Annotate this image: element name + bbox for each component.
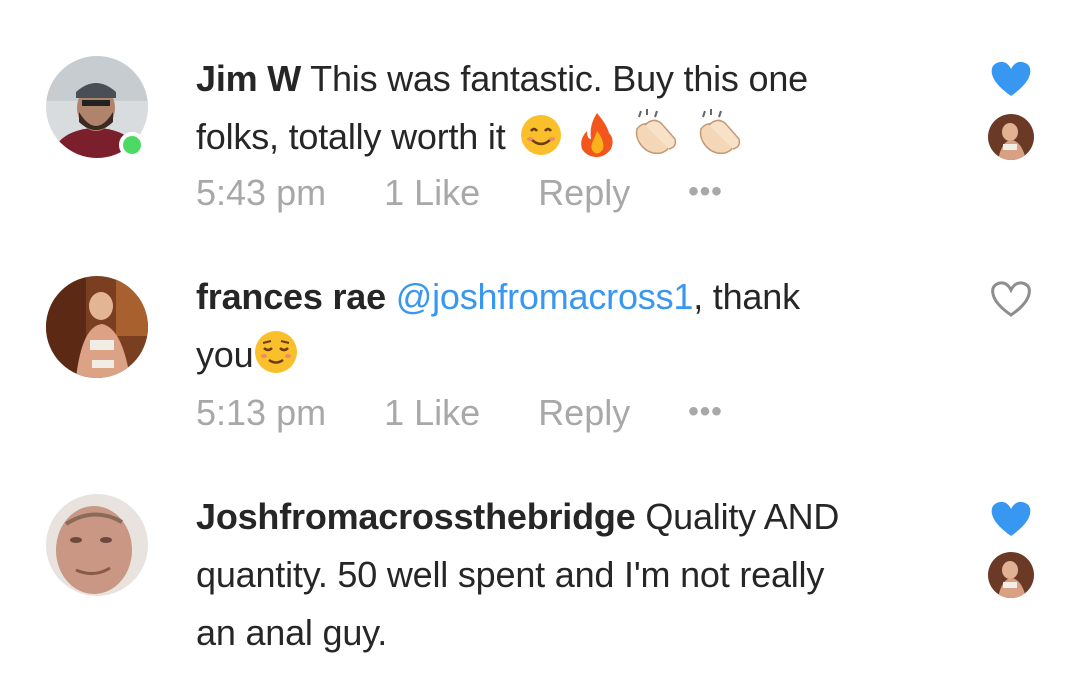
user-mention-link[interactable]: @joshfromacross1 xyxy=(396,276,694,317)
comment-text: Quality AND xyxy=(645,496,840,537)
like-heart-icon[interactable] xyxy=(990,500,1032,538)
more-options-button[interactable]: ••• xyxy=(688,395,723,429)
comment-body: Joshfromacrossthebridge Quality AND quan… xyxy=(196,488,916,662)
comment-username[interactable]: Joshfromacrossthebridge xyxy=(196,496,636,537)
avatar[interactable] xyxy=(46,276,148,378)
comment-meta: 5:43 pm 1 Like Reply ••• xyxy=(196,172,723,214)
comment-text: , thank xyxy=(693,276,800,317)
online-status-indicator xyxy=(119,132,145,158)
clapping-hands-icon xyxy=(631,109,681,174)
clapping-hands-icon xyxy=(695,109,745,174)
smiling-face-icon xyxy=(519,113,563,174)
comment-text: folks, totally worth it xyxy=(196,116,506,157)
comment-username[interactable]: Jim W xyxy=(196,58,301,99)
fire-icon xyxy=(577,111,617,174)
comment-text: This was fantastic. Buy this one xyxy=(310,58,809,99)
comment-text: quantity. 50 well spent and I'm not real… xyxy=(196,554,825,595)
comment-body: frances rae @joshfromacross1, thank you xyxy=(196,268,916,392)
reply-button[interactable]: Reply xyxy=(538,172,630,214)
comment-text: an anal guy. xyxy=(196,612,388,653)
liker-avatar[interactable] xyxy=(988,114,1034,160)
like-count-link[interactable]: 1 Like xyxy=(384,392,480,434)
comment-text: you xyxy=(196,334,254,375)
liker-avatar[interactable] xyxy=(988,552,1034,598)
comment-meta: 5:13 pm 1 Like Reply ••• xyxy=(196,392,723,434)
relieved-face-icon xyxy=(253,329,299,392)
more-options-button[interactable]: ••• xyxy=(688,175,723,209)
comment-timestamp: 5:13 pm xyxy=(196,392,327,433)
like-heart-icon[interactable] xyxy=(990,280,1032,318)
avatar[interactable] xyxy=(46,494,148,596)
like-count-link[interactable]: 1 Like xyxy=(384,172,480,214)
like-heart-icon[interactable] xyxy=(990,60,1032,98)
comment-timestamp: 5:43 pm xyxy=(196,172,327,213)
comment-body: Jim W This was fantastic. Buy this one f… xyxy=(196,50,916,174)
reply-button[interactable]: Reply xyxy=(538,392,630,434)
comment-username[interactable]: frances rae xyxy=(196,276,386,317)
